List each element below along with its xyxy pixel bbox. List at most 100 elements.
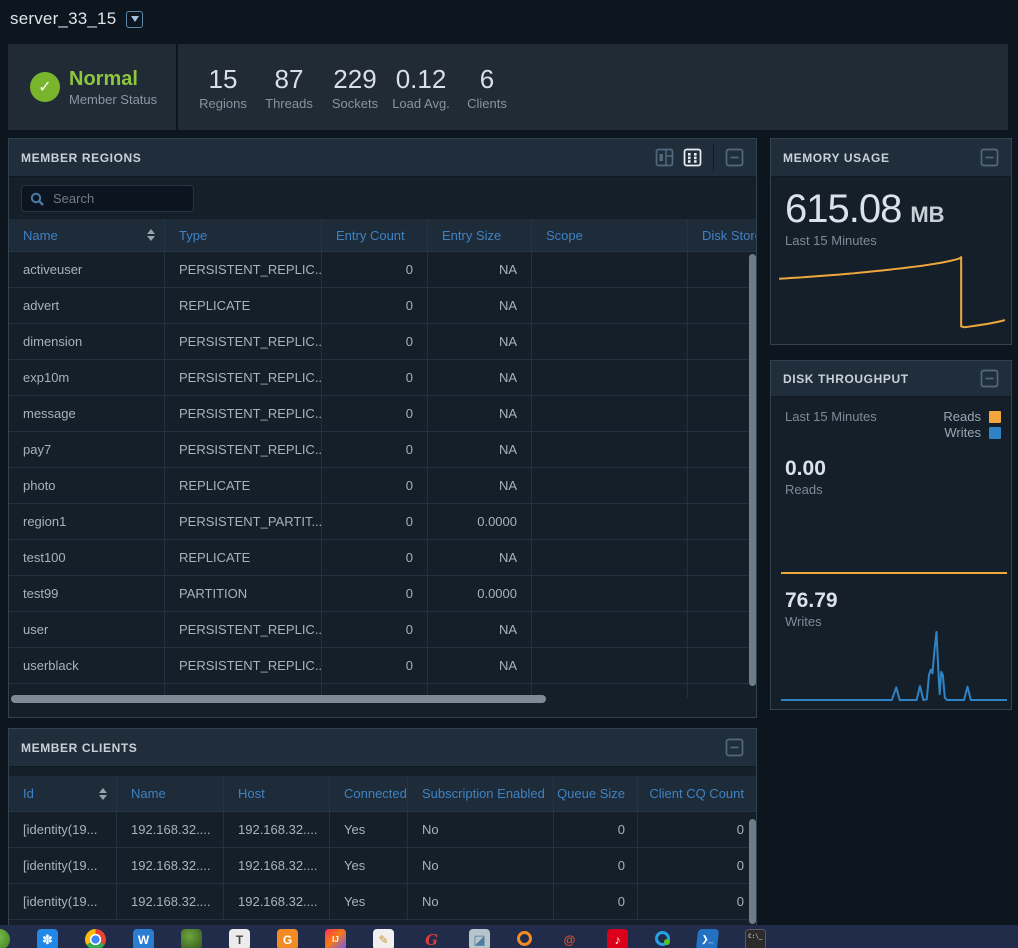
top-bar: server_33_15 xyxy=(0,0,1018,38)
powershell-icon[interactable]: ❯_ xyxy=(696,929,719,948)
red-g-icon[interactable]: G xyxy=(421,929,442,948)
cell: photo xyxy=(9,468,164,503)
regions-search xyxy=(21,185,194,212)
cell: 0 xyxy=(321,612,427,647)
collapse-disk-icon[interactable] xyxy=(980,369,999,388)
regions-table-header: Name Type Entry Count Entry Size Scope D… xyxy=(9,219,756,252)
cell xyxy=(531,252,687,287)
asterisk-app-icon[interactable]: ✽ xyxy=(37,929,58,948)
clients-table-body: [identity(19...192.168.32....192.168.32.… xyxy=(9,812,756,926)
green-partial-icon[interactable] xyxy=(0,929,10,948)
os-taskbar: ✽ W T G IJ ✎ G ◪ @ ♪ ❯_ C:\_ xyxy=(0,925,1018,948)
orange-g-icon[interactable]: G xyxy=(277,929,298,948)
table-row[interactable]: photoREPLICATE0NA xyxy=(9,468,756,504)
cell xyxy=(531,396,687,431)
table-row[interactable]: messagePERSISTENT_REPLIC...0NA xyxy=(9,396,756,432)
cell: 0 xyxy=(321,468,427,503)
cell: NA xyxy=(427,612,531,647)
cell xyxy=(687,540,756,575)
cell xyxy=(687,360,756,395)
cell: 0 xyxy=(637,884,756,919)
notepad-icon[interactable]: ✎ xyxy=(373,929,394,948)
table-row[interactable]: [identity(19...192.168.32....192.168.32.… xyxy=(9,812,756,848)
cell: 0 xyxy=(553,812,637,847)
table-row[interactable]: region1PERSISTENT_PARTIT...00.0000 xyxy=(9,504,756,540)
cell: NA xyxy=(427,324,531,359)
legend-writes: Writes xyxy=(944,425,1001,440)
regions-search-input[interactable] xyxy=(51,190,185,207)
blue-ring-icon[interactable] xyxy=(655,931,670,946)
cell xyxy=(687,648,756,683)
cell xyxy=(531,540,687,575)
table-row[interactable]: userblackPERSISTENT_REPLIC...0NA xyxy=(9,648,756,684)
table-row[interactable]: [identity(19...192.168.32....192.168.32.… xyxy=(9,884,756,920)
disk-throughput-panel: DISK THROUGHPUT Last 15 Minutes Reads Wr… xyxy=(770,360,1012,710)
regions-horizontal-scrollbar[interactable] xyxy=(11,695,546,703)
column-header-id[interactable]: Id xyxy=(9,776,116,811)
orange-ring-icon[interactable] xyxy=(517,931,532,946)
cell: NA xyxy=(427,360,531,395)
member-clients-panel: MEMBER CLIENTS Id Name Host Connected Su… xyxy=(8,728,757,925)
collapse-clients-icon[interactable] xyxy=(725,738,744,757)
column-header-entry-count: Entry Count xyxy=(321,219,427,251)
intellij-icon[interactable]: IJ xyxy=(325,929,346,948)
memory-panel-header: MEMORY USAGE xyxy=(771,139,1011,177)
member-regions-panel: MEMBER REGIONS Name xyxy=(8,138,757,718)
metric-load-avg: 0.12 Load Avg. xyxy=(388,64,454,111)
table-row[interactable]: dimensionPERSISTENT_REPLIC...0NA xyxy=(9,324,756,360)
cell: PERSISTENT_REPLIC... xyxy=(164,360,321,395)
member-status-block: ✓ Normal Member Status xyxy=(8,44,178,130)
t-editor-icon[interactable]: T xyxy=(229,929,250,948)
column-header-host: Host xyxy=(223,776,329,811)
cell xyxy=(687,576,756,611)
cell: No xyxy=(407,848,553,883)
image-viewer-icon[interactable]: ◪ xyxy=(469,929,490,948)
cell xyxy=(531,468,687,503)
table-row[interactable]: pay7PERSISTENT_REPLIC...0NA xyxy=(9,432,756,468)
cell xyxy=(531,288,687,323)
cell: [identity(19... xyxy=(9,848,116,883)
cell: 192.168.32.... xyxy=(223,884,329,919)
member-dropdown-button[interactable] xyxy=(126,11,143,28)
cell: PERSISTENT_REPLIC... xyxy=(164,648,321,683)
red-swirl-icon[interactable]: @ xyxy=(559,929,580,948)
member-status-value: Normal xyxy=(69,68,157,90)
cell: 192.168.32.... xyxy=(116,812,223,847)
table-row[interactable]: test99PARTITION00.0000 xyxy=(9,576,756,612)
cell: PERSISTENT_REPLIC... xyxy=(164,252,321,287)
cell xyxy=(687,504,756,539)
cell: Yes xyxy=(329,848,407,883)
word-icon[interactable]: W xyxy=(133,929,154,948)
disk-legend: Reads Writes xyxy=(943,409,1001,440)
green-app-icon[interactable] xyxy=(181,929,202,948)
treemap-view-icon[interactable] xyxy=(655,148,674,167)
sort-icon xyxy=(147,229,155,241)
clients-panel-title: MEMBER CLIENTS xyxy=(21,741,137,755)
clients-vertical-scrollbar[interactable] xyxy=(749,819,756,924)
column-header-name[interactable]: Name xyxy=(9,219,164,251)
chrome-icon[interactable] xyxy=(85,929,106,948)
cell: 0 xyxy=(321,540,427,575)
collapse-memory-icon[interactable] xyxy=(980,148,999,167)
cell xyxy=(531,504,687,539)
grid-view-icon[interactable] xyxy=(683,148,702,167)
music-app-icon[interactable]: ♪ xyxy=(607,929,628,948)
table-row[interactable]: activeuserPERSISTENT_REPLIC...0NA xyxy=(9,252,756,288)
terminal-icon[interactable]: C:\_ xyxy=(745,929,766,948)
table-row[interactable]: userPERSISTENT_REPLIC...0NA xyxy=(9,612,756,648)
regions-vertical-scrollbar[interactable] xyxy=(749,254,756,686)
reads-swatch xyxy=(989,411,1001,423)
cell xyxy=(687,396,756,431)
cell: No xyxy=(407,812,553,847)
cell: PERSISTENT_REPLIC... xyxy=(164,432,321,467)
cell: NA xyxy=(427,252,531,287)
cell: 0.0000 xyxy=(427,504,531,539)
table-row[interactable]: exp10mPERSISTENT_REPLIC...0NA xyxy=(9,360,756,396)
cell: pay7 xyxy=(9,432,164,467)
writes-value: 76.79 xyxy=(785,589,838,613)
collapse-regions-icon[interactable] xyxy=(725,148,744,167)
table-row[interactable]: [identity(19...192.168.32....192.168.32.… xyxy=(9,848,756,884)
search-icon xyxy=(30,192,44,206)
table-row[interactable]: advertREPLICATE0NA xyxy=(9,288,756,324)
table-row[interactable]: test100REPLICATE0NA xyxy=(9,540,756,576)
